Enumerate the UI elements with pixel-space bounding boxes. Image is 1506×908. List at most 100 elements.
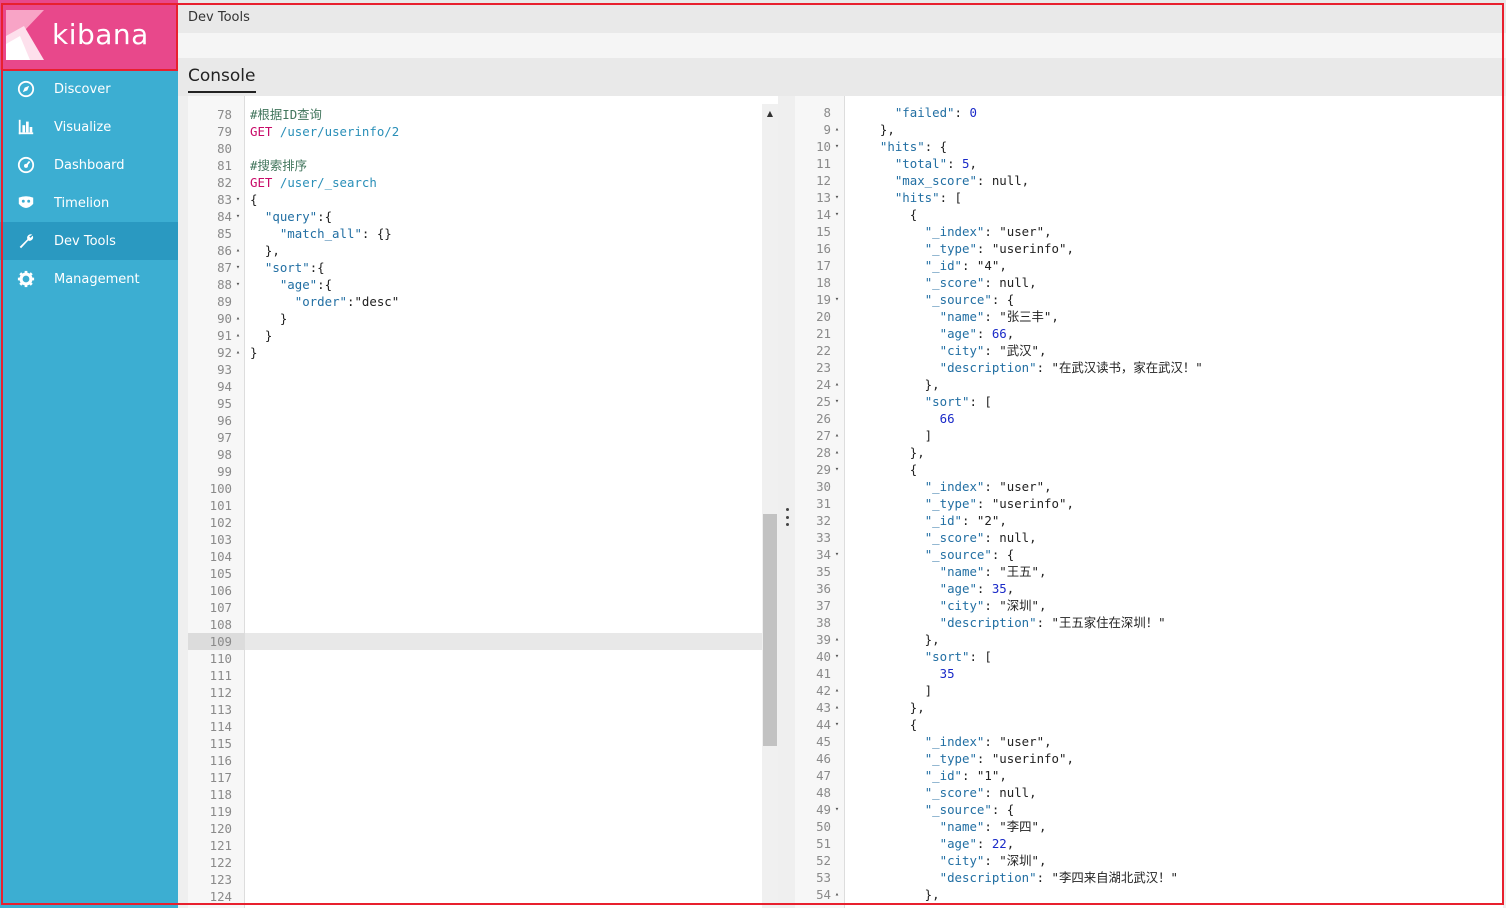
code-line: 20 "name": "张三丰", (795, 308, 1503, 325)
code-text: }, (865, 377, 940, 392)
fold-open-icon[interactable]: ▾ (233, 208, 243, 225)
sidebar-item-label: Management (54, 271, 140, 287)
code-text: { (865, 462, 918, 477)
code-text: "city": "深圳", (939, 853, 1047, 868)
fold-close-icon[interactable]: ▴ (832, 631, 842, 648)
code-text: 66 (939, 411, 955, 426)
line-number: 20 (816, 309, 831, 324)
sidebar-item-visualize[interactable]: Visualize (0, 108, 178, 146)
line-number: 9 (823, 122, 831, 137)
fold-close-icon[interactable]: ▴ (233, 344, 243, 361)
code-line: 89 "order":"desc" (188, 293, 778, 310)
line-number: 110 (209, 651, 232, 666)
code-line: 120 (188, 820, 778, 837)
code-line: 12 "max_score": null, (795, 172, 1503, 189)
fold-close-icon[interactable]: ▴ (832, 427, 842, 444)
code-text: { (250, 192, 258, 207)
code-line: 83 ▾ { (188, 191, 778, 208)
code-line: 8 "failed": 0 (795, 104, 1503, 121)
fold-open-icon[interactable]: ▾ (832, 138, 842, 155)
line-number: 118 (209, 787, 232, 802)
line-number: 82 (217, 175, 232, 190)
fold-open-icon[interactable]: ▾ (832, 546, 842, 563)
line-number: 23 (816, 360, 831, 375)
code-text: } (250, 328, 273, 343)
code-text: "_source": { (924, 802, 1015, 817)
sidebar-item-timelion[interactable]: Timelion (0, 184, 178, 222)
code-line: 96 (188, 412, 778, 429)
fold-open-icon[interactable]: ▾ (832, 648, 842, 665)
sidebar-item-dev-tools[interactable]: Dev Tools (0, 222, 178, 260)
line-number: 87 (217, 260, 232, 275)
request-editor[interactable]: 78 #根据ID查询 79 GET /user/userinfo/2 80 81 #搜索排序… (188, 96, 778, 908)
code-line: 23 "description": "在武汉读书，家在武汉！" (795, 359, 1503, 376)
fold-close-icon[interactable]: ▴ (832, 121, 842, 138)
code-line: 109 (188, 633, 778, 650)
fold-close-icon[interactable]: ▴ (832, 886, 842, 903)
fold-open-icon[interactable]: ▾ (233, 191, 243, 208)
pane-resize-handle[interactable] (783, 508, 791, 526)
fold-open-icon[interactable]: ▾ (832, 461, 842, 478)
code-text: "hits": [ (894, 190, 962, 205)
tab-console[interactable]: Console (188, 66, 256, 93)
line-number: 109 (209, 634, 232, 649)
code-text: "name": "王五", (939, 564, 1047, 579)
code-line: 50 "name": "李四", (795, 818, 1503, 835)
fold-open-icon[interactable]: ▾ (233, 259, 243, 276)
code-text: #搜索排序 (250, 158, 308, 173)
fold-close-icon[interactable]: ▴ (832, 376, 842, 393)
line-number: 88 (217, 277, 232, 292)
fold-close-icon[interactable]: ▴ (832, 444, 842, 461)
code-text: "_type": "userinfo", (924, 496, 1074, 511)
fold-open-icon[interactable]: ▾ (832, 393, 842, 410)
line-number: 49 (816, 802, 831, 817)
sidebar-item-label: Timelion (54, 195, 110, 211)
line-number: 46 (816, 751, 831, 766)
sidebar-item-dashboard[interactable]: Dashboard (0, 146, 178, 184)
scrollbar-thumb[interactable] (763, 514, 777, 746)
fold-close-icon[interactable]: ▴ (832, 699, 842, 716)
code-text: "_source": { (924, 547, 1015, 562)
fold-open-icon[interactable]: ▾ (832, 801, 842, 818)
line-number: 83 (217, 192, 232, 207)
code-text: ] (865, 428, 933, 443)
code-line: 81 #搜索排序 (188, 157, 778, 174)
fold-close-icon[interactable]: ▴ (233, 242, 243, 259)
code-text: "sort": [ (924, 394, 992, 409)
sidebar-item-discover[interactable]: Discover (0, 70, 178, 108)
code-line: 88 ▾ "age":{ (188, 276, 778, 293)
fold-open-icon[interactable]: ▾ (832, 206, 842, 223)
code-line: 13 ▾ "hits": [ (795, 189, 1503, 206)
code-text: "age": 35, (939, 581, 1015, 596)
code-text: "failed": 0 (894, 105, 977, 120)
line-number: 48 (816, 785, 831, 800)
line-number: 111 (209, 668, 232, 683)
request-editor-scrollbar[interactable]: ▲ (762, 104, 778, 908)
code-text: "_score": null, (924, 275, 1037, 290)
line-number: 96 (217, 413, 232, 428)
gear-icon (0, 270, 54, 288)
line-number: 37 (816, 598, 831, 613)
fold-open-icon[interactable]: ▾ (832, 189, 842, 206)
code-line: 93 (188, 361, 778, 378)
line-number: 28 (816, 445, 831, 460)
fold-open-icon[interactable]: ▾ (832, 291, 842, 308)
sidebar-item-management[interactable]: Management (0, 260, 178, 298)
code-line: 107 (188, 599, 778, 616)
code-line: 116 (188, 752, 778, 769)
code-text: "sort":{ (264, 260, 325, 275)
code-line: 49 ▾ "_source": { (795, 801, 1503, 818)
response-editor[interactable]: 8 "failed": 0 9 ▴ }, 10 ▾ "hits": {11 "total… (795, 96, 1503, 908)
fold-close-icon[interactable]: ▴ (832, 682, 842, 699)
fold-open-icon[interactable]: ▾ (832, 716, 842, 733)
line-number: 36 (816, 581, 831, 596)
scroll-up-arrow-icon[interactable]: ▲ (762, 106, 778, 120)
kibana-logo[interactable]: kibana (0, 0, 178, 70)
code-line: 37 "city": "深圳", (795, 597, 1503, 614)
fold-close-icon[interactable]: ▴ (233, 327, 243, 344)
fold-close-icon[interactable]: ▴ (233, 310, 243, 327)
fold-open-icon[interactable]: ▾ (233, 276, 243, 293)
resize-dot (785, 523, 789, 526)
code-text: GET /user/userinfo/2 (250, 124, 400, 139)
code-line: 84 ▾ "query":{ (188, 208, 778, 225)
